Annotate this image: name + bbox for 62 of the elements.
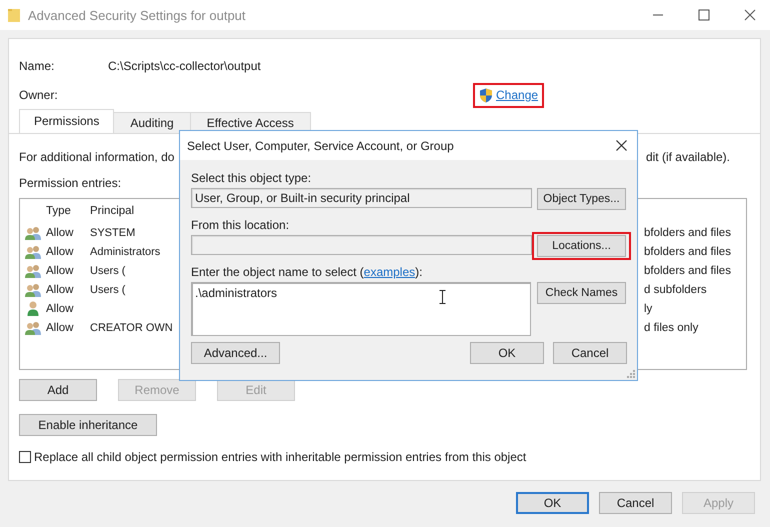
user-icon (27, 301, 39, 316)
object-name-field[interactable]: .\administrators (191, 282, 531, 336)
column-header[interactable]: Type (46, 205, 90, 217)
tab[interactable]: Permissions (19, 109, 114, 133)
maximize-icon[interactable] (698, 9, 710, 21)
type-cell-text: Allow (46, 264, 74, 276)
folder-icon (8, 8, 20, 22)
object-types-button[interactable]: Object Types... (537, 188, 626, 210)
dialog-button[interactable]: OK (516, 492, 589, 514)
entries-label: Permission entries: (19, 176, 122, 190)
window-title: Advanced Security Settings for output (28, 8, 246, 22)
object-name-label: Enter the object name to select (examples): (191, 265, 424, 279)
type-cell-text: Allow (46, 246, 74, 258)
advanced-button[interactable]: Advanced... (191, 342, 280, 364)
name-label: Name: (19, 59, 56, 73)
tab[interactable]: Auditing (113, 112, 191, 133)
users-icon (24, 226, 42, 240)
check-names-button[interactable]: Check Names (537, 282, 626, 304)
resize-grip-icon[interactable] (627, 370, 635, 378)
shield-icon (479, 88, 493, 102)
users-icon (24, 320, 42, 334)
principal-cell: CREATOR OWN (90, 322, 173, 334)
close-icon[interactable] (616, 140, 627, 151)
locations-button[interactable]: Locations... (537, 235, 626, 257)
users-icon (24, 264, 42, 278)
examples-link[interactable]: examples (364, 265, 416, 279)
location-label: From this location: (191, 218, 290, 232)
dialog-button[interactable]: Cancel (599, 492, 672, 514)
principal-cell: SYSTEM (90, 226, 136, 238)
applies-to-cell: bfolders and files (644, 226, 731, 238)
close-icon[interactable] (744, 9, 756, 21)
cancel-button[interactable]: Cancel (553, 342, 627, 364)
info-text: For additional information, do (19, 150, 174, 164)
type-cell-text: Allow (46, 284, 74, 296)
applies-to-cell: bfolders and files (644, 264, 731, 276)
object-type-label: Select this object type: (191, 171, 312, 185)
applies-to-cell: ly (644, 302, 652, 314)
object-name-value: .\administrators (195, 286, 278, 300)
enable-inheritance-button[interactable]: Enable inheritance (19, 414, 157, 436)
ok-button[interactable]: OK (470, 342, 544, 364)
type-cell-text: Allow (46, 322, 74, 334)
users-icon (24, 282, 42, 296)
applies-to-cell: d subfolders (644, 284, 707, 296)
location-field[interactable] (191, 235, 532, 255)
change-link[interactable]: Change (496, 88, 538, 102)
table-button[interactable]: Add (19, 379, 97, 401)
principal-cell: Administrators (90, 246, 160, 258)
object-type-field[interactable]: User, Group, or Built-in security principal (191, 188, 532, 208)
checkbox-label: Replace all child object permission entries with inheritable permission entries from this object (34, 450, 526, 464)
type-cell-text: Allow (46, 302, 74, 314)
users-icon (24, 244, 42, 258)
type-cell-text: Allow (46, 226, 74, 238)
applies-to-cell: bfolders and files (644, 246, 731, 258)
applies-to-cell: d files only (644, 322, 698, 334)
dialog-title: Select User, Computer, Service Account, or Group (187, 138, 454, 152)
checkbox[interactable] (19, 451, 31, 463)
info-text: dit (if available). (646, 150, 730, 164)
principal-cell: Users ( (90, 264, 126, 276)
text-cursor-icon (439, 290, 446, 304)
principal-cell: Users ( (90, 284, 126, 296)
owner-label: Owner: (19, 88, 59, 102)
name-value: C:\Scripts\cc-collector\output (108, 59, 261, 73)
